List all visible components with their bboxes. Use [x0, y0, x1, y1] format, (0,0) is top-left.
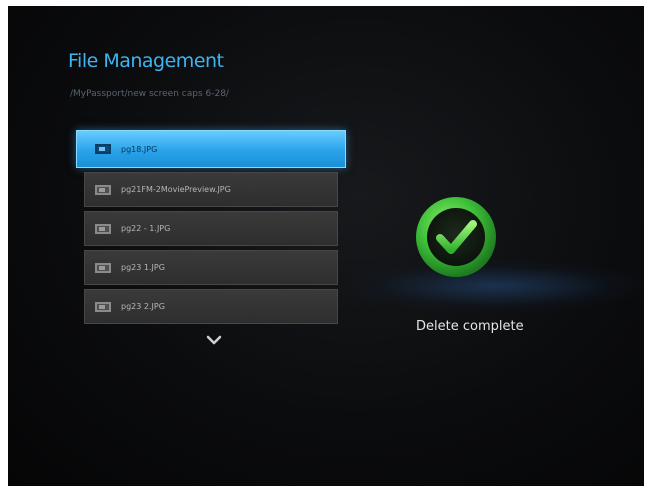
image-file-icon — [95, 184, 111, 195]
list-item-file-3[interactable]: pg22 - 1.JPG — [84, 211, 338, 246]
page-title: File Management — [68, 50, 224, 72]
file-name: pg21FM-2MoviePreview.JPG — [121, 185, 231, 194]
file-name: pg23 2.JPG — [121, 302, 165, 311]
list-item-file-2[interactable]: pg21FM-2MoviePreview.JPG — [84, 172, 338, 207]
image-file-icon — [95, 262, 111, 273]
image-file-icon — [95, 223, 111, 234]
status-message: Delete complete — [416, 319, 524, 334]
list-item-file-5[interactable]: pg23 2.JPG — [84, 289, 338, 324]
file-name: pg18.JPG — [121, 144, 158, 154]
list-item-file-4[interactable]: pg23 1.JPG — [84, 250, 338, 285]
success-check-icon — [416, 197, 496, 277]
breadcrumb-path: /MyPassport/new screen caps 6-28/ — [70, 89, 229, 99]
tv-screen: File Management /MyPassport/new screen c… — [8, 6, 644, 486]
file-name: pg22 - 1.JPG — [121, 224, 171, 233]
image-file-icon — [95, 301, 111, 312]
list-item-file-1[interactable]: pg18.JPG — [76, 130, 346, 168]
chevron-down-icon[interactable] — [206, 333, 222, 347]
file-name: pg23 1.JPG — [121, 263, 165, 272]
image-file-icon — [95, 144, 111, 154]
file-list: pg18.JPG pg21FM-2MoviePreview.JPG pg22 -… — [76, 130, 348, 328]
